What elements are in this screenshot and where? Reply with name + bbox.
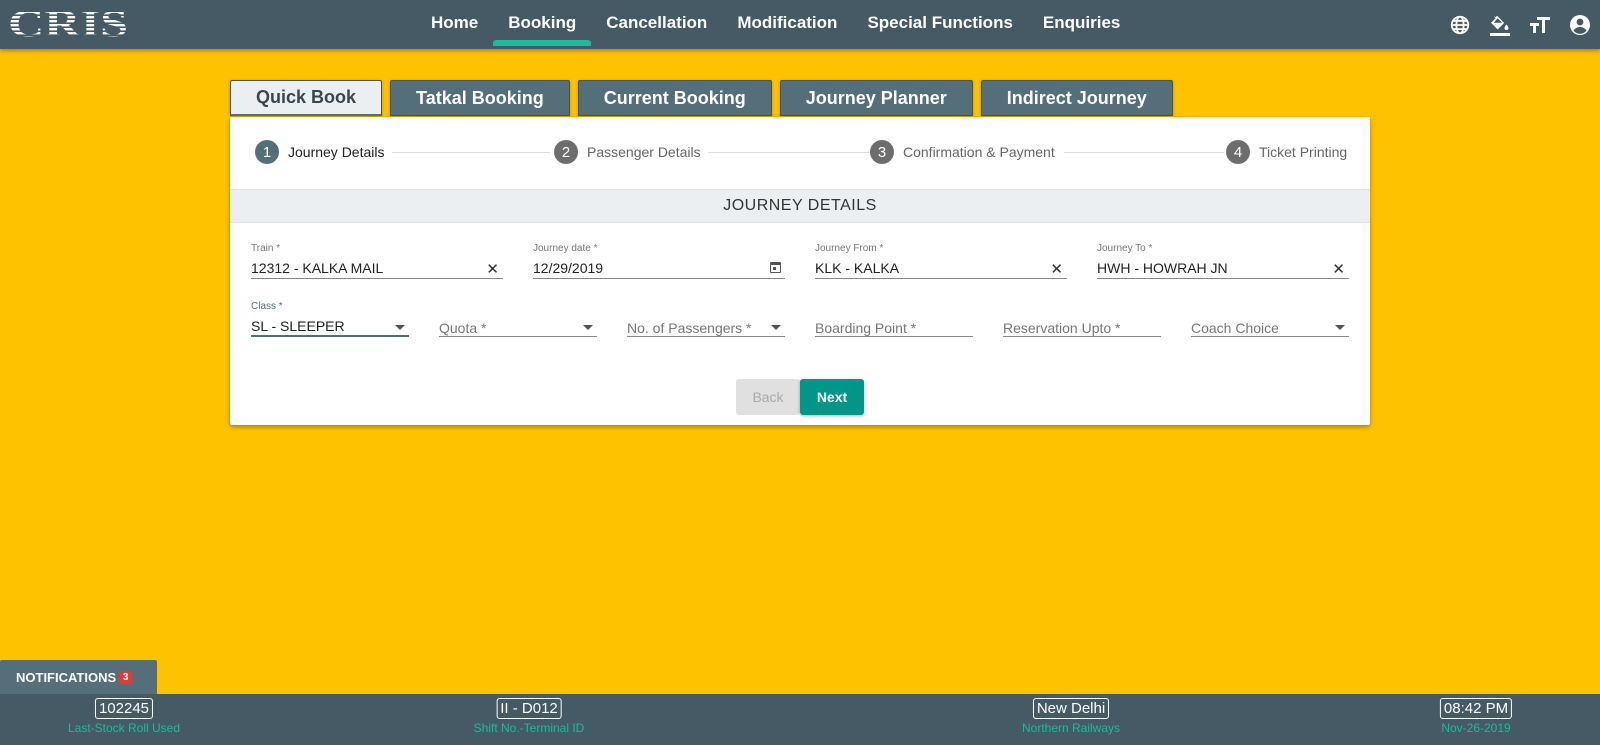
main-nav: Home Booking Cancellation Modification S… xyxy=(416,0,1135,49)
journey-to-label: Journey To * xyxy=(1097,243,1153,254)
header-icons xyxy=(1448,13,1592,37)
nav-special-functions[interactable]: Special Functions xyxy=(852,0,1027,46)
nav-booking[interactable]: Booking xyxy=(493,0,592,46)
time-status: 08:42 PM Nov-26-2019 xyxy=(1439,698,1513,735)
stock-roll-value: 102245 xyxy=(94,698,154,719)
journey-to-value: HWH - HOWRAH JN xyxy=(1097,260,1228,276)
chevron-down-icon[interactable] xyxy=(771,325,781,330)
clear-icon[interactable]: ✕ xyxy=(1050,260,1063,278)
cris-logo[interactable]: CRIS xyxy=(6,4,130,40)
passengers-select[interactable]: No. of Passengers * xyxy=(627,301,785,337)
notification-count-badge: 3 xyxy=(119,670,133,684)
train-label: Train * xyxy=(251,243,281,254)
step-label: Passenger Details xyxy=(587,144,701,160)
notifications-label: NOTIFICATIONS xyxy=(16,669,117,685)
terminal-status: II - D012 Shift No.-Terminal ID xyxy=(473,698,585,735)
step-number: 3 xyxy=(870,140,894,164)
tab-journey-planner[interactable]: Journey Planner xyxy=(779,80,973,116)
booking-card: 1 Journey Details 2 Passenger Details 3 … xyxy=(230,117,1370,425)
coach-choice-placeholder: Coach Choice xyxy=(1191,320,1279,336)
step-passenger-details: 2 Passenger Details xyxy=(554,140,701,164)
journey-from-label: Journey From * xyxy=(815,243,884,254)
class-select[interactable]: Class * SL - SLEEPER xyxy=(251,301,409,337)
globe-icon[interactable] xyxy=(1448,13,1472,37)
date-caption: Nov-26-2019 xyxy=(1441,721,1511,735)
stepper: 1 Journey Details 2 Passenger Details 3 … xyxy=(230,117,1370,189)
chevron-down-icon[interactable] xyxy=(583,325,593,330)
journey-from-value: KLK - KALKA xyxy=(815,260,900,276)
chevron-down-icon[interactable] xyxy=(395,325,405,330)
chevron-down-icon[interactable] xyxy=(1335,325,1345,330)
next-button[interactable]: Next xyxy=(800,379,864,415)
step-label: Journey Details xyxy=(288,144,385,160)
status-footer: 102245 Last-Stock Roll Used II - D012 Sh… xyxy=(0,694,1600,745)
train-value: 12312 - KALKA MAIL xyxy=(251,260,384,276)
tab-current-booking[interactable]: Current Booking xyxy=(577,80,772,116)
tab-tatkal-booking[interactable]: Tatkal Booking xyxy=(390,80,570,116)
step-number: 1 xyxy=(255,140,279,164)
step-connector xyxy=(708,152,886,153)
location-status: New Delhi Northern Railways xyxy=(1022,698,1120,735)
reservation-upto-placeholder: Reservation Upto * xyxy=(1003,320,1121,336)
step-connector xyxy=(392,152,550,153)
train-field[interactable]: Train * 12312 - KALKA MAIL ✕ xyxy=(251,243,503,279)
nav-enquiries[interactable]: Enquiries xyxy=(1028,0,1135,46)
step-number: 4 xyxy=(1226,140,1250,164)
quota-select[interactable]: Quota * xyxy=(439,301,597,337)
journey-date-field[interactable]: Journey date * 12/29/2019 xyxy=(533,243,785,279)
location-caption: Northern Railways xyxy=(1021,721,1121,735)
booking-tabs: Quick Book Tatkal Booking Current Bookin… xyxy=(230,80,1173,116)
step-label: Confirmation & Payment xyxy=(903,144,1055,160)
step-connector xyxy=(1064,152,1224,153)
journey-date-value: 12/29/2019 xyxy=(533,260,604,276)
calendar-icon[interactable] xyxy=(770,262,781,273)
terminal-value: II - D012 xyxy=(496,698,562,719)
quota-placeholder: Quota * xyxy=(439,320,487,336)
step-number: 2 xyxy=(554,140,578,164)
boarding-point-placeholder: Boarding Point * xyxy=(815,320,917,336)
stock-roll-caption: Last-Stock Roll Used xyxy=(67,721,181,735)
journey-to-field[interactable]: Journey To * HWH - HOWRAH JN ✕ xyxy=(1097,243,1349,279)
step-ticket-printing: 4 Ticket Printing xyxy=(1226,140,1347,164)
journey-date-label: Journey date * xyxy=(533,243,598,254)
notifications-button[interactable]: NOTIFICATIONS 3 xyxy=(0,660,157,694)
reservation-upto-input[interactable]: Reservation Upto * xyxy=(1003,301,1161,337)
text-size-icon[interactable] xyxy=(1528,13,1552,37)
tab-quick-book[interactable]: Quick Book xyxy=(230,80,383,116)
nav-home[interactable]: Home xyxy=(416,0,493,46)
clear-icon[interactable]: ✕ xyxy=(1332,260,1345,278)
svg-text:CRIS: CRIS xyxy=(8,4,128,40)
step-confirmation-payment: 3 Confirmation & Payment xyxy=(870,140,1055,164)
location-value: New Delhi xyxy=(1032,698,1110,719)
paint-bucket-icon[interactable] xyxy=(1488,13,1512,37)
step-journey-details: 1 Journey Details xyxy=(255,140,385,164)
section-title: JOURNEY DETAILS xyxy=(230,189,1370,223)
step-label: Ticket Printing xyxy=(1259,144,1348,160)
nav-cancellation[interactable]: Cancellation xyxy=(591,0,722,46)
boarding-point-input[interactable]: Boarding Point * xyxy=(815,301,973,337)
class-value: SL - SLEEPER xyxy=(251,318,345,334)
top-navbar: CRIS Home Booking Cancellation Modificat… xyxy=(0,0,1600,49)
nav-modification[interactable]: Modification xyxy=(722,0,852,46)
account-icon[interactable] xyxy=(1568,13,1592,37)
stock-roll-status: 102245 Last-Stock Roll Used xyxy=(68,698,180,735)
class-label: Class * xyxy=(251,301,283,312)
passengers-placeholder: No. of Passengers * xyxy=(627,320,752,336)
time-value: 08:42 PM xyxy=(1439,698,1513,719)
tab-indirect-journey[interactable]: Indirect Journey xyxy=(980,80,1173,116)
terminal-caption: Shift No.-Terminal ID xyxy=(473,721,585,735)
back-button[interactable]: Back xyxy=(736,379,800,415)
clear-icon[interactable]: ✕ xyxy=(486,260,499,278)
coach-choice-select[interactable]: Coach Choice xyxy=(1191,301,1349,337)
journey-from-field[interactable]: Journey From * KLK - KALKA ✕ xyxy=(815,243,1067,279)
